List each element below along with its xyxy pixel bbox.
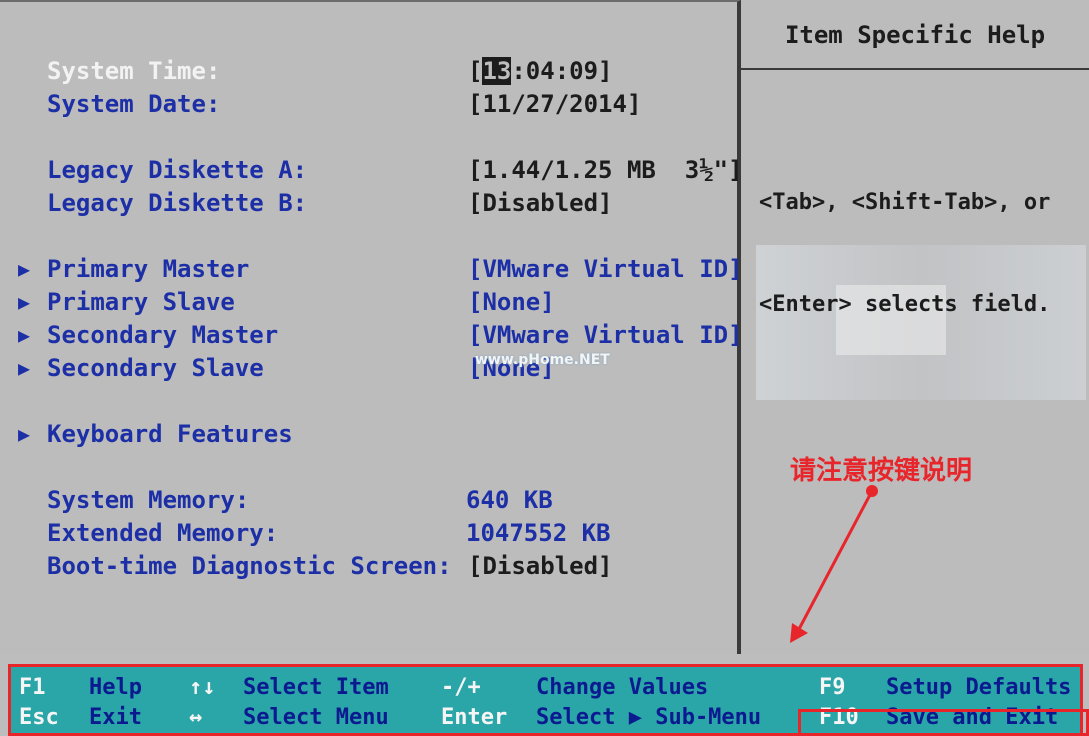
system-memory-label: System Memory: [47, 486, 250, 514]
submenu-arrow-icon: ▶ [18, 422, 31, 446]
primary-master-row[interactable]: ▶ Primary Master [VMware Virtual ID] [0, 253, 743, 285]
extended-memory-label: Extended Memory: [47, 519, 279, 547]
legacy-diskette-a-row[interactable]: Legacy Diskette A: [1.44/1.25 MB 3½"] [0, 154, 743, 186]
keyboard-features-label: Keyboard Features [47, 420, 293, 448]
secondary-master-row[interactable]: ▶ Secondary Master [VMware Virtual ID] [0, 319, 743, 351]
secondary-master-label: Secondary Master [47, 321, 279, 349]
key-up-down-desc: Select Item [243, 675, 389, 700]
system-memory-row: System Memory: 640 KB [0, 484, 737, 516]
primary-slave-label: Primary Slave [47, 288, 235, 316]
system-time-open-bracket: [ [468, 57, 483, 85]
key-minus-plus[interactable]: -/+ [441, 673, 481, 703]
system-time-cursor-field[interactable]: 13 [482, 57, 512, 85]
boot-diagnostic-label: Boot-time Diagnostic Screen: [47, 552, 452, 580]
legacy-diskette-a-label: Legacy Diskette A: [47, 156, 308, 184]
key-f9-desc: Setup Defaults [886, 675, 1072, 700]
key-f1-desc: Help [89, 675, 142, 700]
key-minus-plus-desc: Change Values [536, 675, 709, 700]
bios-screen: System Time: [13:04:09] System Date: [11… [0, 0, 1089, 736]
system-time-rest: :04:09] [511, 57, 613, 85]
annotation-arrow-icon [790, 485, 878, 643]
system-date-value[interactable]: [11/27/2014] [468, 88, 641, 120]
system-date-label: System Date: [47, 90, 221, 118]
help-line-1: <Tab>, <Shift-Tab>, or [759, 190, 1051, 215]
legacy-diskette-b-label: Legacy Diskette B: [47, 189, 308, 217]
legacy-diskette-b-value[interactable]: [Disabled] [468, 187, 613, 219]
key-esc[interactable]: Esc [19, 703, 59, 733]
settings-panel: System Time: [13:04:09] System Date: [11… [0, 0, 743, 656]
key-enter-desc: Select ▶ Sub-Menu [536, 705, 762, 730]
key-f9[interactable]: F9 [819, 673, 846, 703]
boot-diagnostic-value[interactable]: [Disabled] [468, 550, 613, 582]
boot-diagnostic-row[interactable]: Boot-time Diagnostic Screen: [Disabled] [0, 550, 737, 582]
legacy-diskette-b-row[interactable]: Legacy Diskette B: [Disabled] [0, 187, 737, 219]
key-left-right-desc: Select Menu [243, 705, 389, 730]
system-memory-value: 640 KB [466, 486, 553, 514]
secondary-slave-row[interactable]: ▶ Secondary Slave [None] [0, 352, 737, 384]
key-legend-bar: F1 Help ↑↓ Select Item -/+ Change Values… [0, 654, 1089, 736]
key-up-down[interactable]: ↑↓ [189, 673, 216, 703]
key-enter[interactable]: Enter [441, 703, 507, 733]
save-exit-highlight [798, 709, 1089, 736]
watermark: www.pHome.NET [475, 352, 610, 368]
secondary-slave-label: Secondary Slave [47, 354, 264, 382]
key-f1[interactable]: F1 [19, 673, 46, 703]
keyboard-features-row[interactable]: ▶ Keyboard Features [0, 418, 737, 450]
extended-memory-row: Extended Memory: 1047552 KB [0, 517, 737, 549]
submenu-arrow-icon: ▶ [18, 356, 31, 380]
key-left-right[interactable]: ↔ [189, 703, 202, 733]
system-time-row[interactable]: System Time: [13:04:09] [0, 55, 737, 87]
primary-slave-row[interactable]: ▶ Primary Slave [None] [0, 286, 737, 318]
help-panel-text: <Tab>, <Shift-Tab>, or <Enter> selects f… [759, 118, 1089, 390]
legacy-diskette-a-value[interactable]: [1.44/1.25 MB 3½"] [468, 154, 743, 186]
primary-master-label: Primary Master [47, 255, 250, 283]
system-time-value[interactable]: [13:04:09] [468, 55, 613, 87]
annotation-note: 请注意按键说明 [790, 456, 973, 486]
submenu-arrow-icon: ▶ [18, 257, 31, 281]
help-panel-title: Item Specific Help [741, 0, 1089, 70]
primary-slave-value: [None] [468, 288, 555, 316]
extended-memory-value: 1047552 KB [466, 519, 611, 547]
help-line-2: <Enter> selects field. [759, 292, 1051, 317]
secondary-master-value: [VMware Virtual ID] [468, 321, 743, 349]
submenu-arrow-icon: ▶ [18, 323, 31, 347]
system-date-row[interactable]: System Date: [11/27/2014] [0, 88, 737, 120]
key-esc-desc: Exit [89, 705, 142, 730]
submenu-arrow-icon: ▶ [18, 290, 31, 314]
system-time-label: System Time: [47, 57, 221, 85]
primary-master-value: [VMware Virtual ID] [468, 255, 743, 283]
